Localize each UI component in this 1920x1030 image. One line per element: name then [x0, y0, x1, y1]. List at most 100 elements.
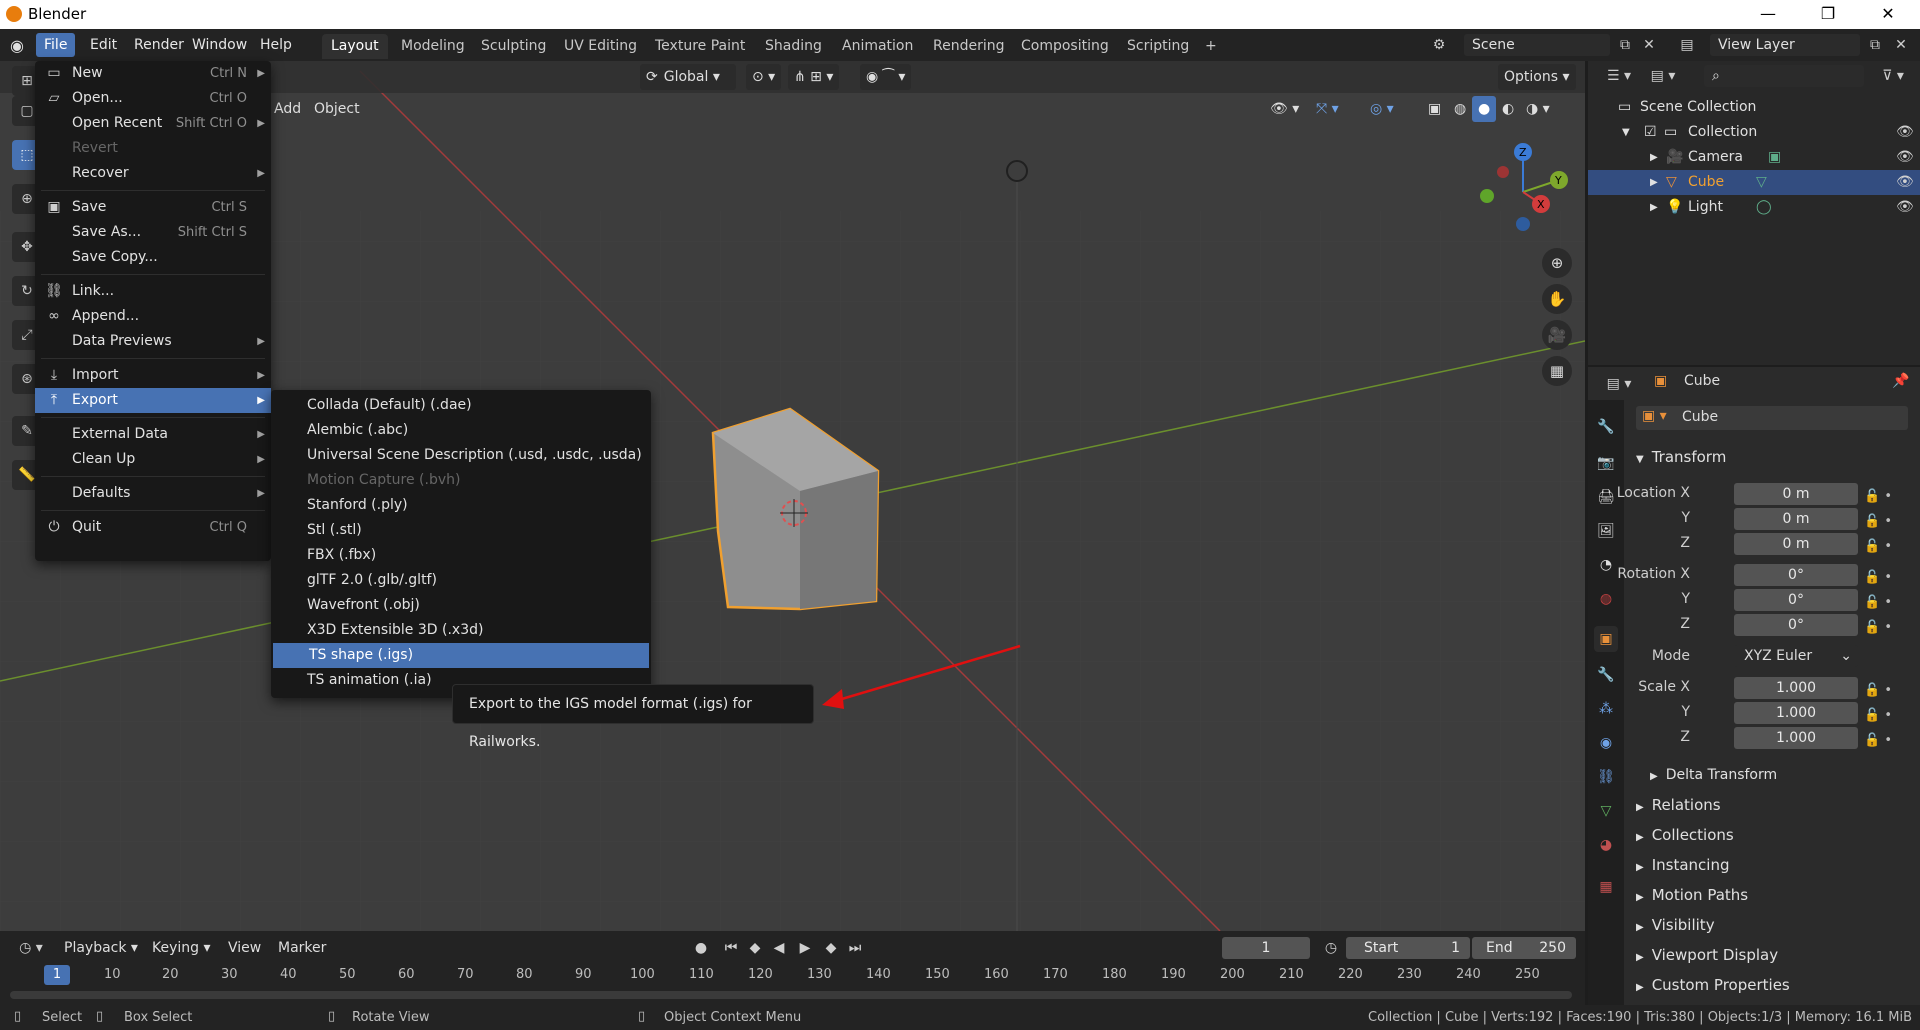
export-fbx[interactable]: FBX (.fbx)	[271, 543, 651, 568]
menu-edit[interactable]: Edit	[82, 33, 125, 57]
play-reverse-icon[interactable]: ◀	[768, 937, 790, 959]
menu-export[interactable]: ⤒ Export ▶	[35, 388, 271, 413]
maximize-button[interactable]: ❐	[1808, 2, 1848, 26]
gizmo-toggle-icon[interactable]: ⤧ ▾	[1310, 96, 1345, 122]
view-layer-field[interactable]: View Layer	[1710, 34, 1860, 56]
scale-lock-column[interactable]: 🔓 • 🔓 • 🔓 •	[1864, 678, 1904, 753]
menu-open[interactable]: ▱ Open... Ctrl O	[35, 86, 271, 111]
viewport-object-menu[interactable]: Object	[308, 96, 366, 122]
render-tab-icon[interactable]: 📷	[1594, 450, 1618, 476]
tab-shading[interactable]: Shading	[756, 34, 831, 59]
menu-link[interactable]: ⛓ Link...	[35, 279, 271, 304]
snap-icon[interactable]: ⋔ ⊞ ▾	[788, 64, 840, 90]
custom-properties-panel-header[interactable]: ▶ Custom Properties	[1636, 972, 1916, 998]
expand-icon[interactable]: ▶	[1650, 195, 1658, 220]
timeline-editor-icon[interactable]: ◷ ▾	[14, 937, 48, 959]
transform-orientation-dropdown[interactable]: ⟳ Global ▾	[640, 64, 736, 90]
jump-start-icon[interactable]: ⏮	[720, 937, 742, 959]
expand-icon[interactable]: ▶	[1650, 145, 1658, 170]
blender-menu-icon[interactable]: ◉	[10, 36, 30, 55]
instancing-panel-header[interactable]: ▶ Instancing	[1636, 852, 1916, 878]
visibility-eye-icon[interactable]: 👁	[1896, 145, 1914, 170]
visibility-icon[interactable]: 👁 ▾	[1264, 96, 1305, 122]
outliner-light[interactable]: ▶ 💡 Light ◯ 👁	[1588, 195, 1920, 220]
overlays-icon[interactable]: ◎ ▾	[1364, 96, 1400, 122]
frame-ruler[interactable]: 1 10 20 30 40 50 60 70 80 90 100 110 120…	[0, 965, 1585, 987]
checkbox-icon[interactable]: ☑	[1644, 120, 1657, 145]
menu-import[interactable]: ⤓ Import ▶	[35, 363, 271, 388]
timeline-marker-menu[interactable]: Marker	[272, 937, 332, 959]
tab-modeling[interactable]: Modeling	[392, 34, 474, 59]
delete-view-layer-icon[interactable]: ✕	[1890, 34, 1912, 56]
data-tab-icon[interactable]: ▽	[1594, 798, 1618, 824]
shading-material-icon[interactable]: ◐	[1496, 96, 1520, 122]
add-workspace-button[interactable]: +	[1196, 34, 1226, 59]
menu-append[interactable]: ∞ Append...	[35, 304, 271, 329]
tab-animation[interactable]: Animation	[833, 34, 922, 59]
tab-layout[interactable]: Layout	[322, 34, 388, 59]
scale-y-field[interactable]: 1.000	[1734, 702, 1858, 724]
rotation-y-field[interactable]: 0°	[1734, 589, 1858, 611]
current-frame-marker[interactable]: 1	[44, 965, 70, 985]
export-x3d[interactable]: X3D Extensible 3D (.x3d)	[271, 618, 651, 643]
menu-save-as[interactable]: Save As... Shift Ctrl S	[35, 220, 271, 245]
texture-tab-icon[interactable]: ▦	[1594, 874, 1618, 900]
end-frame-field[interactable]: End 250	[1472, 937, 1576, 959]
menu-render[interactable]: Render	[126, 33, 192, 57]
tab-uv-editing[interactable]: UV Editing	[555, 34, 646, 59]
outliner-scene-collection[interactable]: ▭ Scene Collection	[1588, 95, 1920, 120]
viewport-add-menu[interactable]: Add	[268, 96, 307, 122]
menu-external-data[interactable]: External Data ▶	[35, 422, 271, 447]
scene-browse-icon[interactable]: ⚙	[1428, 34, 1450, 56]
object-name-field[interactable]: ▣ ▾ Cube	[1636, 406, 1908, 430]
transform-panel-header[interactable]: ▼ Transform	[1636, 444, 1916, 470]
menu-new[interactable]: ▭ New Ctrl N ▶	[35, 61, 271, 86]
scene-field[interactable]: Scene	[1464, 34, 1610, 56]
rotation-lock-column[interactable]: 🔓 • 🔓 • 🔓 •	[1864, 565, 1904, 640]
menu-help[interactable]: Help	[252, 33, 300, 57]
menu-window[interactable]: Window	[184, 33, 255, 57]
jump-end-icon[interactable]: ⏭	[844, 937, 866, 959]
transform-lock-column[interactable]: 🔓 • 🔓 • 🔓 •	[1864, 484, 1904, 559]
tab-scripting[interactable]: Scripting	[1118, 34, 1198, 59]
export-gltf[interactable]: glTF 2.0 (.glb/.gltf)	[271, 568, 651, 593]
next-keyframe-icon[interactable]: ◆	[820, 937, 842, 959]
filter-icon[interactable]: ⊽ ▾	[1876, 65, 1910, 87]
new-scene-icon[interactable]: ⧉	[1614, 34, 1636, 56]
visibility-panel-header[interactable]: ▶ Visibility	[1636, 912, 1916, 938]
export-collada[interactable]: Collada (Default) (.dae)	[271, 393, 651, 418]
perspective-toggle-icon[interactable]: ▦	[1542, 356, 1572, 386]
display-mode-icon[interactable]: ▤ ▾	[1646, 65, 1680, 87]
expand-icon[interactable]: ▶	[1650, 170, 1658, 195]
expand-icon[interactable]: ▼	[1622, 120, 1630, 145]
collections-panel-header[interactable]: ▶ Collections	[1636, 822, 1916, 848]
shading-rendered-icon[interactable]: ◑ ▾	[1520, 96, 1556, 122]
record-icon[interactable]: ●	[690, 937, 712, 959]
menu-clean-up[interactable]: Clean Up ▶	[35, 447, 271, 472]
outliner-camera[interactable]: ▶ 🎥 Camera ▣ 👁	[1588, 145, 1920, 170]
constraints-tab-icon[interactable]: ⛓	[1594, 764, 1618, 790]
proportional-editing-icon[interactable]: ◉ ⁀ ▾	[860, 64, 912, 90]
delta-transform-header[interactable]: ▶ Delta Transform	[1650, 762, 1920, 788]
outliner-editor-icon[interactable]: ☰ ▾	[1602, 65, 1636, 87]
timeline-playback-menu[interactable]: Playback ▾	[58, 937, 144, 959]
menu-data-previews[interactable]: Data Previews ▶	[35, 329, 271, 354]
motion-paths-panel-header[interactable]: ▶ Motion Paths	[1636, 882, 1916, 908]
timeline-scrollbar[interactable]	[10, 991, 1572, 999]
current-frame-field[interactable]: 1	[1222, 937, 1310, 959]
delete-scene-icon[interactable]: ✕	[1638, 34, 1660, 56]
visibility-eye-icon[interactable]: 👁	[1896, 120, 1914, 145]
relations-panel-header[interactable]: ▶ Relations	[1636, 792, 1916, 818]
camera-view-icon[interactable]: 🎥	[1542, 320, 1572, 350]
viewport-display-panel-header[interactable]: ▶ Viewport Display	[1636, 942, 1916, 968]
export-alembic[interactable]: Alembic (.abc)	[271, 418, 651, 443]
export-ply[interactable]: Stanford (.ply)	[271, 493, 651, 518]
location-y-field[interactable]: 0 m	[1734, 508, 1858, 530]
export-usd[interactable]: Universal Scene Description (.usd, .usdc…	[271, 443, 651, 468]
outliner-cube[interactable]: ▶ ▽ Cube ▽ 👁	[1588, 170, 1920, 195]
visibility-eye-icon[interactable]: 👁	[1896, 170, 1914, 195]
new-view-layer-icon[interactable]: ⧉	[1864, 34, 1886, 56]
menu-defaults[interactable]: Defaults ▶	[35, 481, 271, 506]
pan-hand-icon[interactable]: ✋	[1542, 284, 1572, 314]
shading-wireframe-icon[interactable]: ◍	[1448, 96, 1472, 122]
